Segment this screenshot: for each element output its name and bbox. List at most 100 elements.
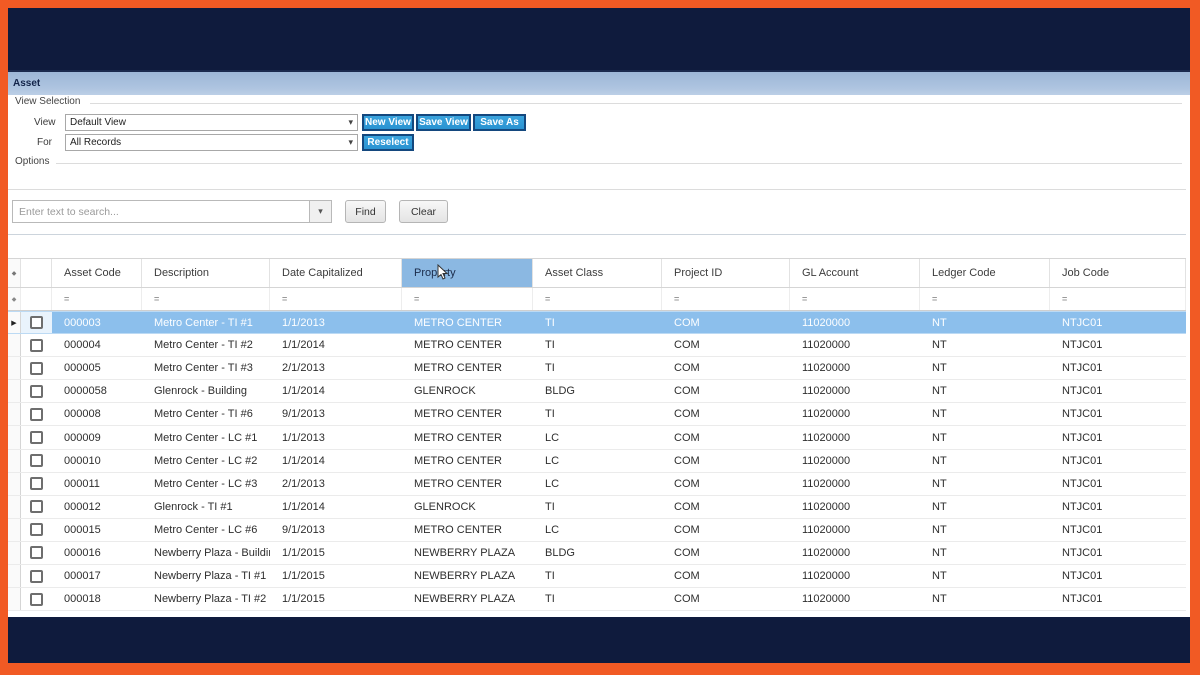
cell-job-code[interactable]: NTJC01 <box>1050 473 1186 495</box>
cell-property[interactable]: NEWBERRY PLAZA <box>402 542 533 564</box>
filter-cell-job-code[interactable]: = <box>1050 288 1186 310</box>
equals-operator-icon[interactable]: = <box>64 294 68 304</box>
cell-asset-code[interactable]: 000004 <box>52 334 142 356</box>
cell-asset-code[interactable]: 0000058 <box>52 380 142 402</box>
search-dropdown-button[interactable]: ▾ <box>310 200 332 223</box>
column-header-gl-account[interactable]: GL Account <box>790 259 920 287</box>
cell-asset-code[interactable]: 000018 <box>52 588 142 610</box>
cell-description[interactable]: Metro Center - TI #2 <box>142 334 270 356</box>
cell-job-code[interactable]: NTJC01 <box>1050 426 1186 448</box>
cell-ledger-code[interactable]: NT <box>920 473 1050 495</box>
cell-description[interactable]: Metro Center - TI #3 <box>142 357 270 379</box>
table-row[interactable]: 000011 Metro Center - LC #3 2/1/2013 MET… <box>8 473 1186 496</box>
row-checkbox-cell[interactable] <box>21 450 52 472</box>
cell-asset-class[interactable]: LC <box>533 519 662 541</box>
cell-asset-class[interactable]: TI <box>533 565 662 587</box>
cell-description[interactable]: Newberry Plaza - TI #1 <box>142 565 270 587</box>
cell-property[interactable]: GLENROCK <box>402 496 533 518</box>
cell-project-id[interactable]: COM <box>662 519 790 541</box>
cell-date-capitalized[interactable]: 1/1/2014 <box>270 380 402 402</box>
cell-asset-code[interactable]: 000011 <box>52 473 142 495</box>
cell-asset-code[interactable]: 000017 <box>52 565 142 587</box>
cell-gl-account[interactable]: 11020000 <box>790 380 920 402</box>
cell-description[interactable]: Metro Center - LC #2 <box>142 450 270 472</box>
row-checkbox-cell[interactable] <box>21 565 52 587</box>
cell-asset-class[interactable]: BLDG <box>533 380 662 402</box>
cell-project-id[interactable]: COM <box>662 403 790 425</box>
cell-property[interactable]: NEWBERRY PLAZA <box>402 588 533 610</box>
row-checkbox[interactable] <box>30 593 43 606</box>
cell-asset-code[interactable]: 000008 <box>52 403 142 425</box>
cell-asset-code[interactable]: 000003 <box>52 312 142 333</box>
cell-job-code[interactable]: NTJC01 <box>1050 496 1186 518</box>
row-checkbox-cell[interactable] <box>21 312 52 333</box>
cell-ledger-code[interactable]: NT <box>920 542 1050 564</box>
cell-gl-account[interactable]: 11020000 <box>790 542 920 564</box>
table-row[interactable]: 000018 Newberry Plaza - TI #2 1/1/2015 N… <box>8 588 1186 611</box>
table-row[interactable]: ▶ 000003 Metro Center - TI #1 1/1/2013 M… <box>8 311 1186 334</box>
cell-job-code[interactable]: NTJC01 <box>1050 450 1186 472</box>
cell-ledger-code[interactable]: NT <box>920 357 1050 379</box>
cell-asset-code[interactable]: 000012 <box>52 496 142 518</box>
column-header-asset-class[interactable]: Asset Class <box>533 259 662 287</box>
row-checkbox[interactable] <box>30 570 43 583</box>
cell-description[interactable]: Metro Center - LC #1 <box>142 426 270 448</box>
row-checkbox[interactable] <box>30 431 43 444</box>
cell-date-capitalized[interactable]: 1/1/2015 <box>270 542 402 564</box>
row-checkbox[interactable] <box>30 385 43 398</box>
row-checkbox[interactable] <box>30 523 43 536</box>
cell-gl-account[interactable]: 11020000 <box>790 312 920 333</box>
find-button[interactable]: Find <box>345 200 386 223</box>
row-checkbox[interactable] <box>30 454 43 467</box>
cell-ledger-code[interactable]: NT <box>920 519 1050 541</box>
row-checkbox-cell[interactable] <box>21 357 52 379</box>
equals-operator-icon[interactable]: = <box>414 294 418 304</box>
clear-button[interactable]: Clear <box>399 200 448 223</box>
cell-job-code[interactable]: NTJC01 <box>1050 588 1186 610</box>
column-header-date-capitalized[interactable]: Date Capitalized <box>270 259 402 287</box>
filter-cell-property[interactable]: = <box>402 288 533 310</box>
row-checkbox-cell[interactable] <box>21 380 52 402</box>
cell-asset-class[interactable]: TI <box>533 312 662 333</box>
cell-job-code[interactable]: NTJC01 <box>1050 334 1186 356</box>
cell-asset-class[interactable]: TI <box>533 496 662 518</box>
cell-gl-account[interactable]: 11020000 <box>790 496 920 518</box>
cell-asset-code[interactable]: 000005 <box>52 357 142 379</box>
cell-asset-code[interactable]: 000009 <box>52 426 142 448</box>
cell-ledger-code[interactable]: NT <box>920 312 1050 333</box>
cell-ledger-code[interactable]: NT <box>920 334 1050 356</box>
row-checkbox-cell[interactable] <box>21 542 52 564</box>
column-header-job-code[interactable]: Job Code <box>1050 259 1186 287</box>
cell-ledger-code[interactable]: NT <box>920 496 1050 518</box>
cell-asset-class[interactable]: LC <box>533 450 662 472</box>
table-row[interactable]: 000008 Metro Center - TI #6 9/1/2013 MET… <box>8 403 1186 426</box>
filter-cell-ledger-code[interactable]: = <box>920 288 1050 310</box>
cell-job-code[interactable]: NTJC01 <box>1050 312 1186 333</box>
table-row[interactable]: 000016 Newberry Plaza - Building 1/1/201… <box>8 542 1186 565</box>
row-checkbox[interactable] <box>30 362 43 375</box>
table-row[interactable]: 000015 Metro Center - LC #6 9/1/2013 MET… <box>8 519 1186 542</box>
cell-ledger-code[interactable]: NT <box>920 450 1050 472</box>
reselect-button[interactable]: Reselect <box>362 134 414 151</box>
column-header-project-id[interactable]: Project ID <box>662 259 790 287</box>
cell-ledger-code[interactable]: NT <box>920 588 1050 610</box>
cell-asset-class[interactable]: LC <box>533 426 662 448</box>
cell-job-code[interactable]: NTJC01 <box>1050 380 1186 402</box>
row-checkbox-cell[interactable] <box>21 403 52 425</box>
cell-date-capitalized[interactable]: 9/1/2013 <box>270 519 402 541</box>
column-header-ledger-code[interactable]: Ledger Code <box>920 259 1050 287</box>
table-row[interactable]: 000012 Glenrock - TI #1 1/1/2014 GLENROC… <box>8 496 1186 519</box>
cell-date-capitalized[interactable]: 1/1/2013 <box>270 312 402 333</box>
cell-asset-class[interactable]: TI <box>533 334 662 356</box>
cell-date-capitalized[interactable]: 9/1/2013 <box>270 403 402 425</box>
cell-project-id[interactable]: COM <box>662 542 790 564</box>
cell-ledger-code[interactable]: NT <box>920 426 1050 448</box>
cell-project-id[interactable]: COM <box>662 426 790 448</box>
cell-property[interactable]: GLENROCK <box>402 380 533 402</box>
equals-operator-icon[interactable]: = <box>802 294 806 304</box>
equals-operator-icon[interactable]: = <box>545 294 549 304</box>
row-checkbox[interactable] <box>30 339 43 352</box>
equals-operator-icon[interactable]: = <box>932 294 936 304</box>
cell-gl-account[interactable]: 11020000 <box>790 565 920 587</box>
cell-description[interactable]: Glenrock - TI #1 <box>142 496 270 518</box>
